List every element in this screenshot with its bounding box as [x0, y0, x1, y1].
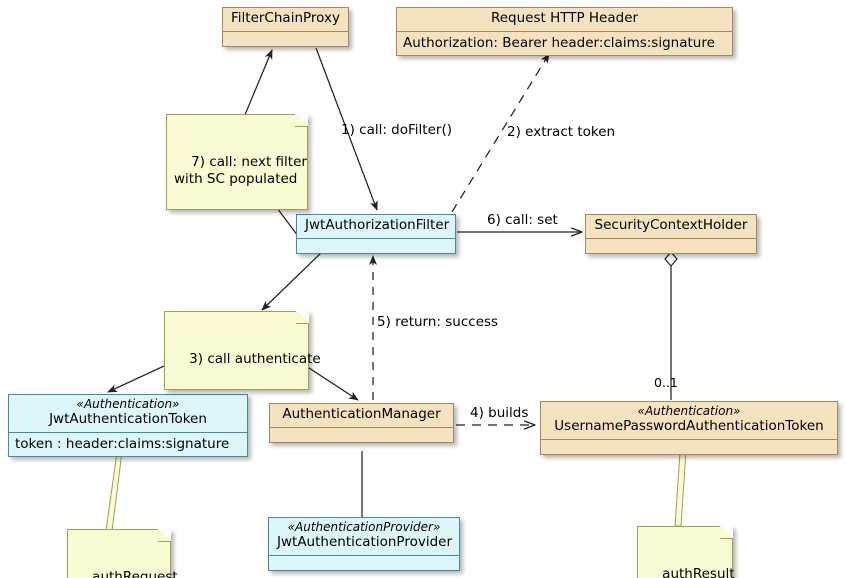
label-return-success: 5) return: success	[377, 314, 499, 330]
class-attributes-empty	[223, 32, 348, 46]
note-text: authResult	[662, 565, 735, 578]
class-title-security-context-holder: SecurityContextHolder	[594, 217, 748, 233]
class-jwt-authorization-filter[interactable]: JwtAuthorizationFilter	[296, 214, 456, 254]
class-attributes-empty	[586, 239, 756, 253]
class-filter-chain-proxy[interactable]: FilterChainProxy	[222, 7, 349, 47]
class-title-request-http-header: Request HTTP Header	[490, 10, 639, 26]
note-fold-icon	[158, 528, 171, 542]
class-attributes-empty	[269, 556, 459, 570]
note-next-filter[interactable]: 7) call: next filter with SC populated	[166, 113, 308, 211]
label-call-set: 6) call: set	[487, 212, 558, 228]
note-fold-icon	[720, 525, 733, 539]
class-stereotype-authentication: «Authentication»	[637, 404, 741, 418]
note-auth-request[interactable]: authRequest	[67, 528, 178, 578]
aggregation-diamond-icon	[664, 251, 678, 267]
note-text: 3) call authenticate	[189, 350, 321, 367]
label-do-filter: 1) call: doFilter()	[341, 122, 452, 138]
class-name-text: JwtAuthenticationToken	[49, 410, 207, 427]
class-name-text: JwtAuthenticationProvider	[277, 533, 452, 550]
class-title-username-password-authentication-token: «Authentication» UsernamePasswordAuthent…	[541, 402, 837, 439]
class-jwt-authentication-token[interactable]: «Authentication» JwtAuthenticationToken …	[8, 394, 248, 457]
class-title-jwt-authentication-token: «Authentication» JwtAuthenticationToken	[9, 395, 247, 432]
note-anchor-auth-request	[105, 451, 123, 532]
class-title-jwt-authorization-filter: JwtAuthorizationFilter	[305, 217, 450, 233]
note-anchor-auth-result	[674, 451, 687, 527]
class-security-context-holder[interactable]: SecurityContextHolder	[585, 214, 757, 254]
class-username-password-authentication-token[interactable]: «Authentication» UsernamePasswordAuthent…	[540, 401, 838, 455]
class-stereotype-authentication: «Authentication»	[76, 397, 180, 411]
note-auth-result[interactable]: authResult	[637, 525, 735, 578]
note-text: 7) call: next filter with SC populated	[174, 153, 307, 187]
class-title-authentication-manager: AuthenticationManager	[282, 406, 441, 422]
label-builds: 4) builds	[470, 405, 529, 421]
class-attributes-empty	[541, 440, 837, 454]
note-fold-icon	[295, 113, 308, 127]
class-attributes-empty	[270, 428, 453, 442]
class-stereotype-authentication-provider: «AuthenticationProvider»	[287, 520, 441, 534]
class-attributes-empty	[297, 239, 455, 253]
class-request-http-header[interactable]: Request HTTP Header Authorization: Beare…	[396, 7, 733, 56]
edge-call-authenticate-in	[261, 251, 323, 311]
diagram-edges	[105, 47, 687, 532]
class-authentication-manager[interactable]: AuthenticationManager	[269, 403, 454, 443]
class-jwt-authentication-provider[interactable]: «AuthenticationProvider» JwtAuthenticati…	[268, 517, 460, 571]
note-text: authRequest	[92, 568, 178, 578]
class-title-filter-chain-proxy: FilterChainProxy	[231, 10, 340, 26]
label-extract-token: 2) extract token	[507, 124, 616, 140]
note-call-authenticate[interactable]: 3) call authenticate	[164, 310, 321, 391]
uml-diagram-canvas: FilterChainProxy Request HTTP Header Aut…	[0, 0, 846, 578]
note-fold-icon	[296, 310, 309, 324]
class-title-jwt-authentication-provider: «AuthenticationProvider» JwtAuthenticati…	[269, 518, 459, 555]
class-attribute-authorization: Authorization: Bearer header:claims:sign…	[403, 34, 715, 51]
class-attribute-token: token : header:claims:signature	[15, 435, 230, 452]
multiplicity-zero-one: 0..1	[654, 375, 678, 390]
class-name-text: UsernamePasswordAuthenticationToken	[554, 417, 824, 434]
